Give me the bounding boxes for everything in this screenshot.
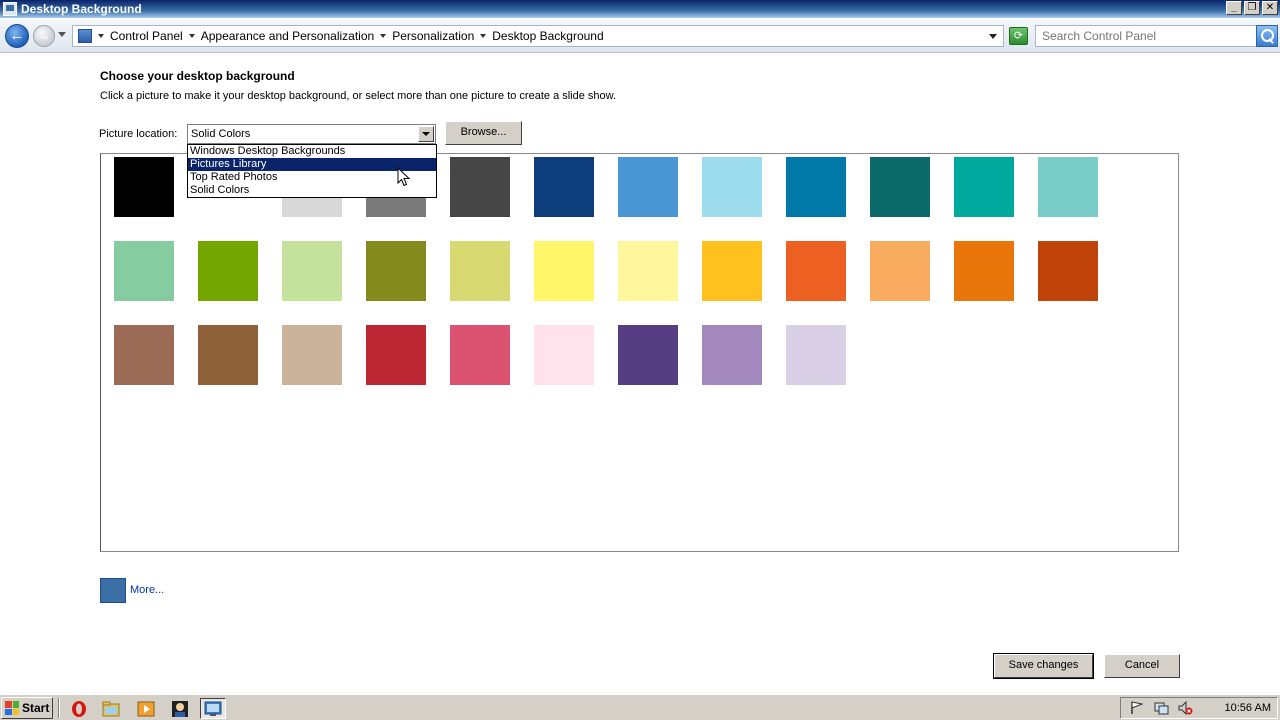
color-swatch[interactable] [282,325,342,385]
restore-button[interactable]: ❐ [1244,1,1260,15]
refresh-button[interactable]: ⟳ [1009,27,1028,45]
start-button[interactable]: Start [1,697,53,719]
page-description: Click a picture to make it your desktop … [100,90,617,102]
media-player-icon[interactable] [133,698,159,719]
cancel-button[interactable]: Cancel [1104,654,1180,678]
close-button[interactable]: ✕ [1262,1,1278,15]
more-colors-swatch[interactable] [100,578,126,603]
dropdown-arrow-icon[interactable] [418,126,434,142]
color-swatch[interactable] [450,157,510,217]
page-title: Choose your desktop background [100,69,295,83]
taskbar-separator [58,698,60,718]
color-swatch[interactable] [114,325,174,385]
user-app-icon[interactable] [167,698,193,719]
address-bar: ← → Control Panel Appearance and Persona… [0,19,1280,53]
windows-logo-icon [5,701,19,715]
address-dropdown-icon[interactable] [989,34,997,39]
opera-icon[interactable] [66,698,92,719]
color-swatch[interactable] [366,241,426,301]
color-swatch[interactable] [114,241,174,301]
color-swatch[interactable] [534,157,594,217]
color-swatch[interactable] [618,325,678,385]
breadcrumb-personalization[interactable]: Personalization [392,29,474,43]
search-input[interactable] [1035,25,1257,47]
chevron-down-icon[interactable] [480,34,487,38]
color-swatch[interactable] [786,157,846,217]
breadcrumb-control-panel[interactable]: Control Panel [110,29,183,43]
search-icon[interactable] [1256,25,1278,47]
action-center-flag-icon[interactable] [1129,701,1145,715]
color-swatch[interactable] [870,241,930,301]
breadcrumb[interactable]: Control Panel Appearance and Personaliza… [72,25,1004,47]
forward-button[interactable]: → [33,25,55,47]
color-swatch[interactable] [618,157,678,217]
save-changes-button[interactable]: Save changes [993,653,1094,679]
mouse-cursor-icon [397,167,411,187]
color-swatch[interactable] [786,241,846,301]
more-colors-link[interactable]: More... [130,584,164,596]
chevron-down-icon[interactable] [380,34,387,38]
file-explorer-icon[interactable] [98,698,124,719]
color-swatch[interactable] [366,325,426,385]
color-swatch[interactable] [870,157,930,217]
color-swatch[interactable] [114,157,174,217]
dropdown-option[interactable]: Windows Desktop Backgrounds [188,145,436,158]
window-icon [3,2,17,16]
color-swatch[interactable] [702,325,762,385]
recent-pages-dropdown-icon[interactable] [58,32,66,37]
back-button[interactable]: ← [5,24,29,48]
chevron-down-icon[interactable] [98,34,104,38]
color-swatch[interactable] [198,241,258,301]
notification-area: 10:56 AM [1120,697,1278,719]
color-swatch[interactable] [702,157,762,217]
start-label: Start [22,701,50,715]
window-title: Desktop Background [21,2,142,16]
color-swatch[interactable] [282,241,342,301]
network-icon[interactable] [1153,701,1169,715]
color-swatch[interactable] [450,325,510,385]
minimize-button[interactable]: _ [1226,1,1242,15]
title-bar: Desktop Background _ ❐ ✕ [0,0,1280,18]
clock[interactable]: 10:56 AM [1225,702,1271,714]
color-swatch[interactable] [954,157,1014,217]
control-panel-taskbar-icon[interactable] [200,698,226,719]
window-controls: _ ❐ ✕ [1226,1,1278,15]
color-swatch[interactable] [954,241,1014,301]
volume-muted-icon[interactable] [1177,701,1193,715]
color-swatch[interactable] [450,241,510,301]
color-swatch[interactable] [786,325,846,385]
taskbar: Start 10:56 AM [0,694,1280,720]
chevron-down-icon[interactable] [188,34,195,38]
color-swatch[interactable] [198,325,258,385]
color-swatch[interactable] [534,241,594,301]
picture-gallery [100,153,1179,552]
picture-location-label: Picture location: [99,128,178,140]
breadcrumb-appearance[interactable]: Appearance and Personalization [201,29,374,43]
color-swatch[interactable] [618,241,678,301]
control-panel-icon [78,29,92,43]
color-swatch[interactable] [1038,241,1098,301]
picture-location-select[interactable]: Solid Colors [187,124,436,144]
picture-location-value: Solid Colors [191,128,251,140]
color-swatch[interactable] [534,325,594,385]
breadcrumb-desktop-background[interactable]: Desktop Background [492,29,603,43]
browse-button[interactable]: Browse... [445,121,522,145]
color-swatch[interactable] [1038,157,1098,217]
color-swatch[interactable] [702,241,762,301]
